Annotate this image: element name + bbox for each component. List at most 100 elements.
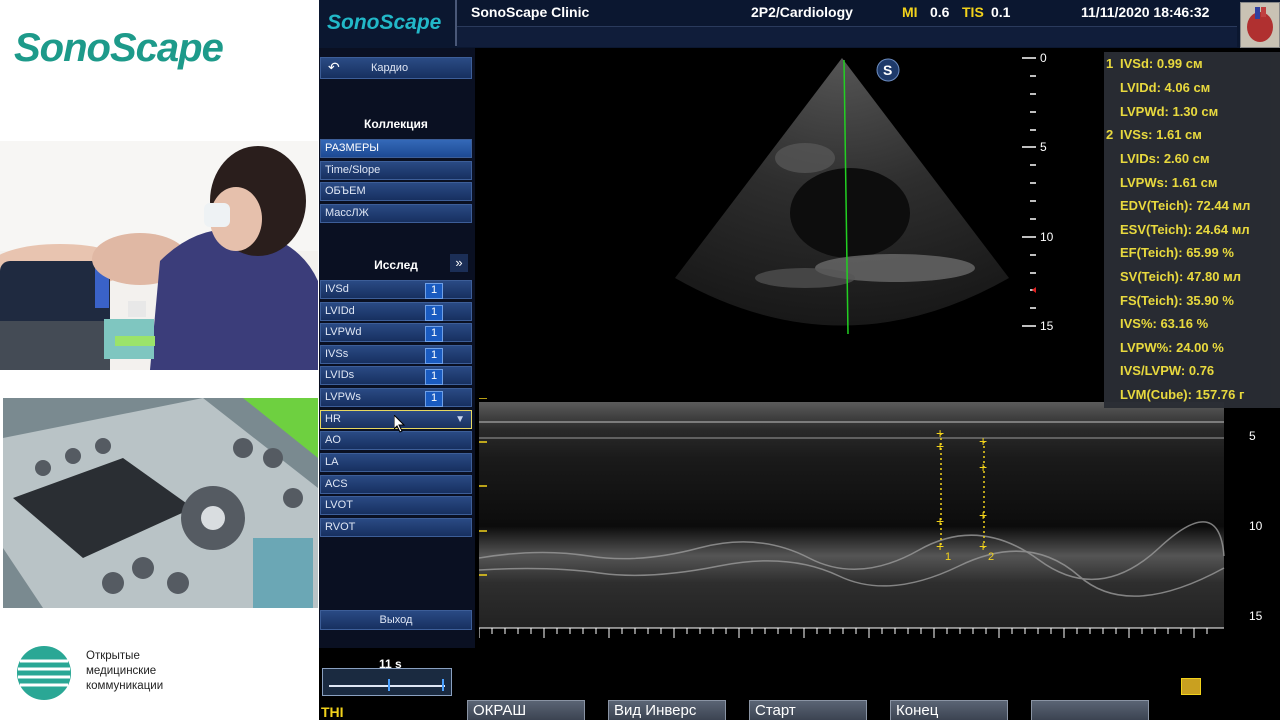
study-item-label: LVIDd (325, 305, 355, 317)
measurement-row: IVS/LVPW: 0.76 (1120, 363, 1215, 378)
depth-label-5: 5 (1040, 140, 1047, 154)
measurement-row: LVIDs: 2.60 см (1120, 151, 1210, 166)
sonoscape-logo: SonoScape (14, 26, 224, 70)
svg-text:+: + (936, 513, 944, 529)
measurement-row: IVSd: 0.99 см (1120, 56, 1203, 71)
omk-caption: Открытые медицинские коммуникации (86, 649, 163, 694)
omk-logo-icon (17, 646, 71, 700)
presenter-panel: SonoScape Открытые медицинские коммуника… (0, 0, 320, 720)
camera-icon[interactable] (1181, 678, 1201, 695)
chevron-down-icon: ▼ (455, 414, 465, 425)
collection-title: Коллекция (364, 117, 428, 131)
measurement-row: FS(Teich): 35.90 % (1120, 293, 1234, 308)
measurement-row: EDV(Teich): 72.44 мл (1120, 198, 1251, 213)
group-number-1: 1 (1106, 56, 1114, 71)
study-item-ao[interactable]: AO (320, 431, 472, 450)
study-item-rvot[interactable]: RVOT (320, 518, 472, 537)
bottom-controls: 11 s THI ОКРАШ Вид Инверс Старт Конец (319, 648, 1280, 720)
ultrasound-screen: SonoScape SonoScape Clinic 2P2/Cardiolog… (319, 0, 1280, 720)
depth-label-10: 10 (1040, 230, 1054, 244)
clinic-name: SonoScape Clinic (471, 4, 590, 20)
mmode-depth-label-5: 5 (1249, 429, 1256, 443)
study-item-count: 1 (425, 369, 443, 385)
b-mode-sector (675, 58, 1009, 335)
back-button[interactable]: ↶ Кардио (320, 57, 472, 79)
study-item-count: 1 (425, 348, 443, 364)
study-item-lvpws[interactable]: LVPWs 1 (320, 388, 472, 407)
collection-item-lv-mass[interactable]: МассЛЖ (320, 204, 472, 223)
hr-label: HR (325, 413, 341, 425)
omk-line-1: Открытые (86, 650, 140, 662)
svg-text:+: + (979, 459, 987, 475)
thi-indicator: THI (321, 704, 344, 720)
depth-label-0: 0 (1040, 51, 1047, 65)
measurement-menu: ↶ Кардио Коллекция РАЗМЕРЫ Time/Slope ОБ… (319, 48, 475, 720)
tis-label: TIS (962, 4, 984, 20)
omk-line-3: коммуникации (86, 680, 164, 692)
svg-text:+: + (936, 538, 944, 554)
mmode-depth-label-10: 10 (1249, 519, 1263, 533)
svg-text:+: + (979, 433, 987, 449)
end-button[interactable]: Конец (890, 700, 1008, 720)
depth-label-15: 15 (1040, 319, 1054, 333)
expand-double-chevron-icon[interactable]: » (450, 254, 468, 272)
caliper-label-2: 2 (988, 551, 994, 563)
heart-icon (1240, 2, 1280, 48)
svg-text:+: + (979, 507, 987, 523)
study-item-count: 1 (425, 326, 443, 342)
start-button[interactable]: Старт (749, 700, 867, 720)
study-item-count: 1 (425, 305, 443, 321)
caliper-label-1: 1 (945, 551, 951, 563)
s-orientation-icon: S (876, 58, 900, 82)
mmode-depth-label-15: 15 (1249, 609, 1263, 623)
measurement-row: LVPWs: 1.61 см (1120, 175, 1218, 190)
collection-item-sizes[interactable]: РАЗМЕРЫ (320, 139, 472, 158)
measurement-row: IVS%: 63.16 % (1120, 316, 1209, 331)
time-value: 11 s (379, 657, 402, 671)
measurement-row: LVPW%: 24.00 % (1120, 340, 1224, 355)
study-item-la[interactable]: LA (320, 453, 472, 472)
study-item-ivss[interactable]: IVSs 1 (320, 345, 472, 364)
omk-line-2: медицинские (86, 665, 157, 677)
top-status-bar: SonoScape SonoScape Clinic 2P2/Cardiolog… (319, 0, 1280, 48)
study-item-label: IVSd (325, 283, 349, 295)
back-label: Кардио (371, 62, 409, 74)
measurement-row: LVM(Cube): 157.76 г (1120, 387, 1245, 402)
svg-text:+: + (979, 538, 987, 554)
mouse-cursor-icon (394, 415, 406, 433)
color-button[interactable]: ОКРАШ (467, 700, 585, 720)
study-item-lvpwd[interactable]: LVPWd 1 (320, 323, 472, 342)
collection-item-volume[interactable]: ОБЪЕМ (320, 182, 472, 201)
exit-button[interactable]: Выход (320, 610, 472, 630)
video-presenter (0, 141, 318, 370)
datetime: 11/11/2020 18:46:32 (1081, 4, 1210, 20)
empty-softkey-button[interactable] (1031, 700, 1149, 720)
study-item-acs[interactable]: ACS (320, 475, 472, 494)
study-item-label: LVPWs (325, 391, 361, 403)
study-item-lvidd[interactable]: LVIDd 1 (320, 302, 472, 321)
measurement-row: LVIDd: 4.06 см (1120, 80, 1211, 95)
group-number-2: 2 (1106, 127, 1114, 142)
probe-preset: 2P2/Cardiology (751, 4, 853, 20)
study-item-label: LVPWd (325, 326, 362, 338)
collection-item-timeslope[interactable]: Time/Slope (320, 161, 472, 180)
study-item-lvids[interactable]: LVIDs 1 (320, 366, 472, 385)
mi-label: MI (902, 4, 918, 20)
study-item-ivsd[interactable]: IVSd 1 (320, 280, 472, 299)
study-item-count: 1 (425, 283, 443, 299)
back-arrow-icon: ↶ (328, 59, 340, 75)
invert-view-button[interactable]: Вид Инверс (608, 700, 726, 720)
svg-text:+: + (936, 438, 944, 454)
mi-value: 0.6 (930, 4, 950, 20)
measurement-row: IVSs: 1.61 см (1120, 127, 1202, 142)
measurement-row: SV(Teich): 47.80 мл (1120, 269, 1241, 284)
svg-text:S: S (883, 62, 892, 78)
study-item-label: IVSs (325, 348, 349, 360)
device-logo: SonoScape (327, 11, 442, 34)
video-keyboard (3, 398, 318, 608)
study-item-lvot[interactable]: LVOT (320, 496, 472, 515)
tis-value: 0.1 (991, 4, 1011, 20)
measurement-row: LVPWd: 1.30 см (1120, 104, 1219, 119)
time-slider[interactable] (322, 668, 452, 696)
measurement-results-panel: 1 2 IVSd: 0.99 см LVIDd: 4.06 см LVPWd: 1.… (1104, 52, 1280, 408)
